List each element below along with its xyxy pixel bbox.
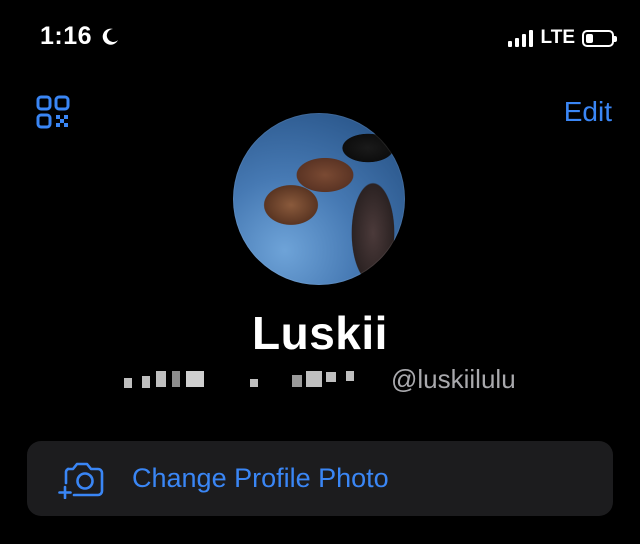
network-type-label: LTE	[540, 27, 575, 48]
time-label: 1:16	[40, 22, 93, 50]
status-bar: 1:16 LTE	[0, 0, 640, 80]
change-profile-photo-button[interactable]: Change Profile Photo	[27, 441, 613, 516]
edit-button[interactable]: Edit	[564, 96, 612, 128]
change-profile-photo-label: Change Profile Photo	[132, 463, 389, 493]
signal-strength-icon	[507, 29, 533, 47]
battery-icon	[582, 29, 617, 47]
status-indicators: LTE	[507, 27, 617, 49]
moon-icon	[102, 28, 119, 45]
username-handle: @luskiilulu	[391, 364, 516, 394]
status-time: 1:16	[40, 22, 120, 51]
display-name: Luskii	[252, 307, 388, 359]
battery-level	[586, 33, 593, 43]
phone-number-redacted	[124, 370, 354, 388]
qr-code-icon	[36, 95, 70, 129]
camera-add-icon	[58, 462, 104, 499]
qr-code-button[interactable]	[36, 95, 70, 129]
avatar-ring	[233, 113, 405, 285]
